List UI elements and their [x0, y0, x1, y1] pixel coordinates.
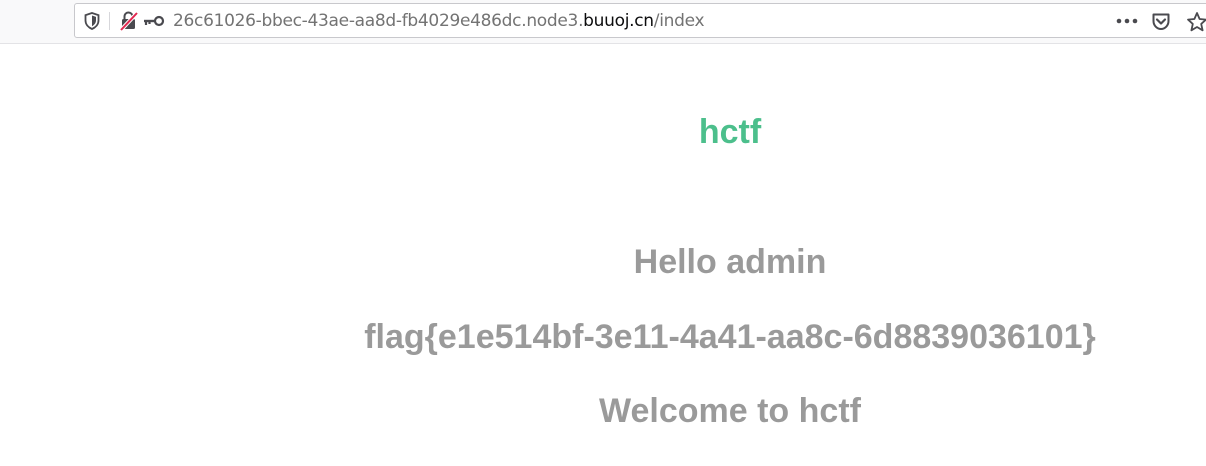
- page-actions-more-icon[interactable]: [1115, 11, 1139, 31]
- shield-icon[interactable]: [83, 12, 101, 30]
- key-icon[interactable]: [143, 13, 165, 29]
- url-text[interactable]: 26c61026-bbec-43ae-aa8d-fb4029e486dc.nod…: [173, 11, 705, 31]
- insecure-connection-icon[interactable]: [119, 11, 139, 31]
- page-content: hctf Hello admin flag{e1e514bf-3e11-4a41…: [0, 44, 1206, 466]
- content-wrap: hctf Hello admin flag{e1e514bf-3e11-4a41…: [0, 44, 1206, 466]
- url-path: /index: [653, 11, 705, 31]
- site-title: hctf: [698, 113, 762, 151]
- url-prefix: 26c61026-bbec-43ae-aa8d-fb4029e486dc.nod…: [173, 11, 584, 31]
- hello-message: Hello admin: [633, 243, 827, 281]
- flag-text: flag{e1e514bf-3e11-4a41-aa8c-6d883903610…: [364, 318, 1096, 356]
- pocket-icon[interactable]: [1150, 11, 1172, 33]
- welcome-message: Welcome to hctf: [599, 392, 861, 430]
- browser-toolbar: 26c61026-bbec-43ae-aa8d-fb4029e486dc.nod…: [0, 0, 1206, 44]
- bookmark-star-icon[interactable]: [1185, 10, 1206, 34]
- urlbar-divider: [109, 12, 110, 30]
- url-domain: buuoj.cn: [583, 11, 654, 31]
- address-bar[interactable]: 26c61026-bbec-43ae-aa8d-fb4029e486dc.nod…: [74, 3, 1206, 38]
